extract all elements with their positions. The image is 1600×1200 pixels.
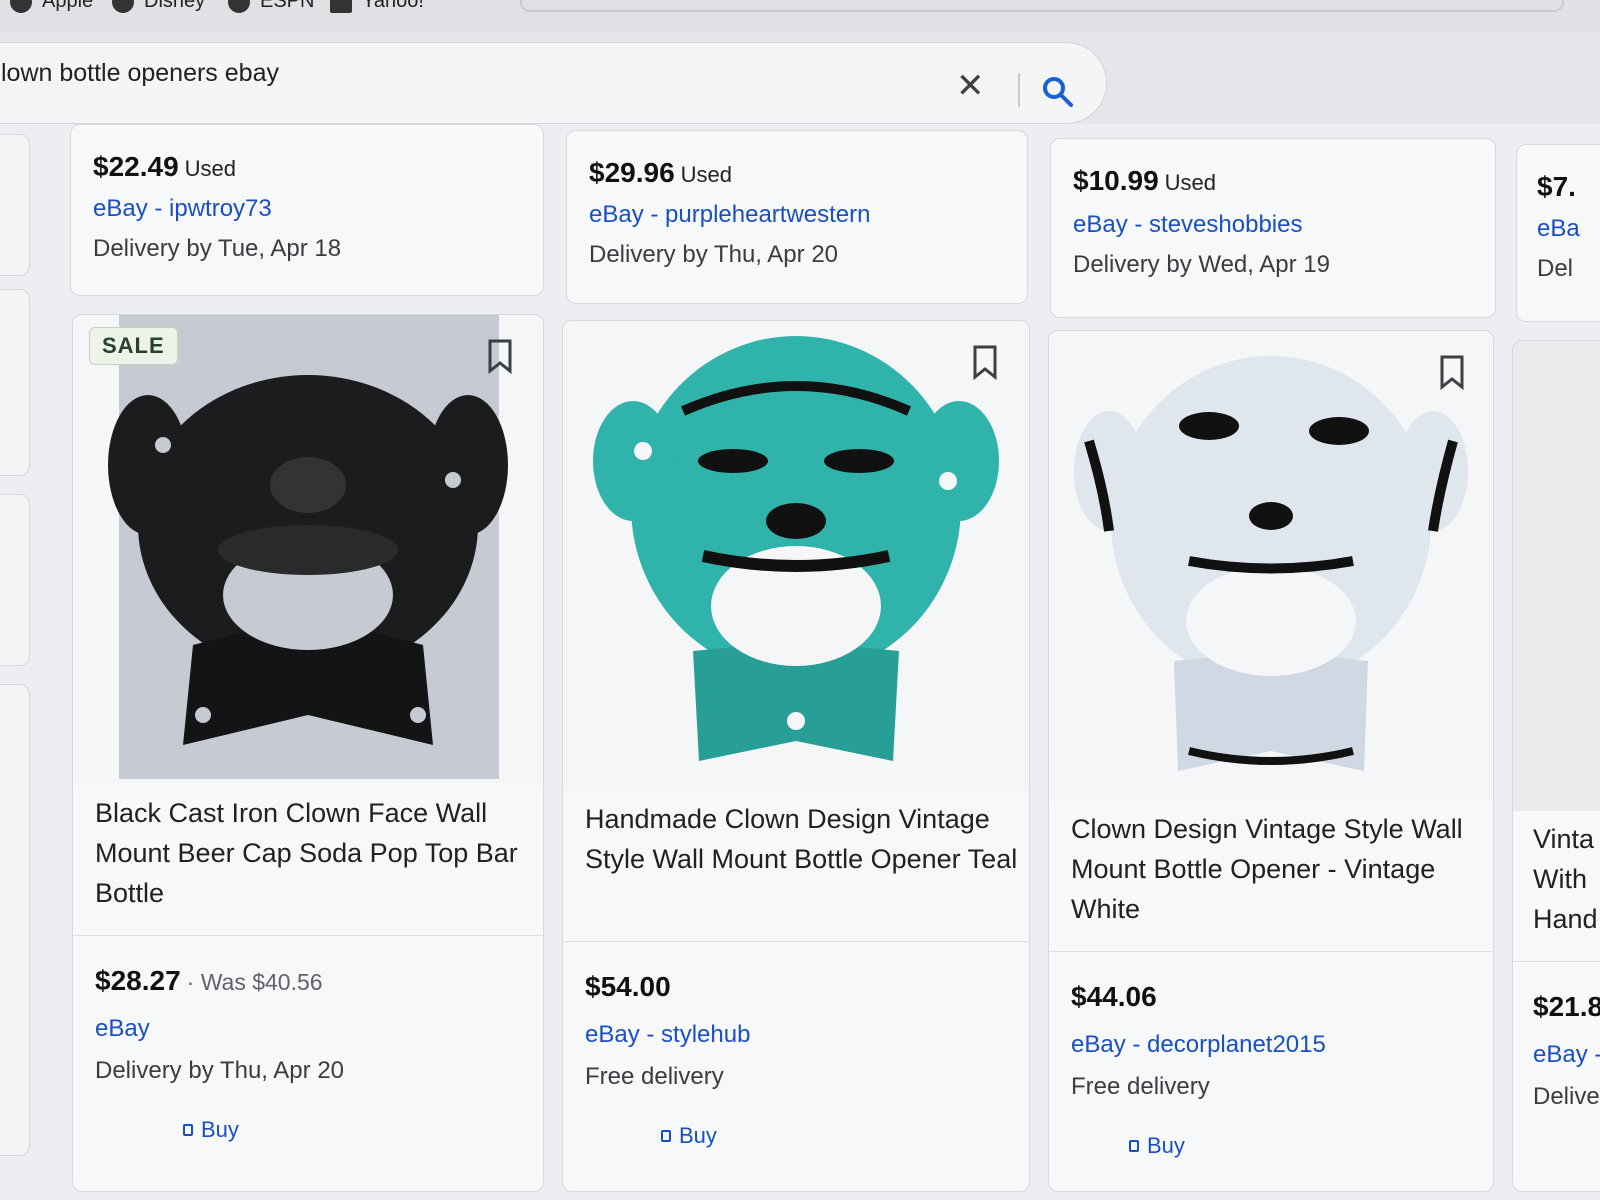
search-icon bbox=[1043, 77, 1073, 107]
product-image[interactable] bbox=[563, 321, 1029, 791]
card-divider bbox=[73, 935, 543, 936]
product-delivery: Delivery by Thu, Apr 20 bbox=[95, 1057, 345, 1084]
product-price: $54.00 bbox=[585, 971, 671, 1002]
product-image[interactable] bbox=[1513, 341, 1600, 811]
product-seller[interactable]: eBay - decorplanet2015 bbox=[1071, 1031, 1326, 1059]
bookmark-icon[interactable] bbox=[968, 343, 1002, 381]
product-delivery: Free delivery bbox=[585, 1063, 724, 1090]
product-title[interactable]: Clown Design Vintage Style Wall Mount Bo… bbox=[1071, 809, 1481, 929]
product-seller[interactable]: eBay bbox=[95, 1015, 150, 1043]
offer-price: $10.99 bbox=[1073, 165, 1159, 196]
bookmark-icon[interactable] bbox=[483, 337, 517, 375]
sale-badge: SALE bbox=[89, 327, 178, 365]
offer-delivery: Delivery by Wed, Apr 19 bbox=[1073, 251, 1331, 278]
product-card[interactable]: Vinta With Hand $21.8 eBay - Delive bbox=[1512, 340, 1600, 1192]
shopping-results: $22.49 Used eBay - ipwtroy73 Delivery by … bbox=[0, 124, 1600, 1200]
product-title[interactable]: Handmade Clown Design Vintage Style Wall… bbox=[585, 799, 1025, 879]
card-divider bbox=[1049, 951, 1493, 952]
globe-icon bbox=[112, 0, 134, 13]
offscreen-card bbox=[0, 289, 30, 476]
search-divider bbox=[1018, 73, 1020, 107]
product-delivery: Free delivery bbox=[1071, 1073, 1210, 1100]
product-seller[interactable]: eBay - stylehub bbox=[585, 1021, 750, 1049]
bookmark-apple[interactable]: Apple bbox=[10, 0, 93, 13]
clown-opener-image bbox=[593, 336, 999, 761]
was-price: · Was $40.56 bbox=[186, 969, 323, 995]
offer-card[interactable]: $10.99 Used eBay - steveshobbies Delivery… bbox=[1050, 138, 1496, 318]
product-price: $44.06 bbox=[1071, 981, 1157, 1012]
bookmark-espn[interactable]: ESPN bbox=[228, 0, 314, 13]
product-seller[interactable]: eBay - bbox=[1533, 1041, 1600, 1069]
bookmark-label: Disney bbox=[144, 0, 206, 12]
search-input[interactable]: lown bottle openers ebay bbox=[1, 59, 279, 88]
bookmark-icon[interactable] bbox=[1435, 353, 1469, 391]
offer-delivery: Del bbox=[1537, 255, 1574, 282]
bookmark-icon bbox=[330, 0, 352, 13]
buy-button[interactable]: Buy bbox=[183, 1117, 239, 1143]
offer-price: $7. bbox=[1537, 171, 1576, 202]
offer-seller[interactable]: eBa bbox=[1537, 215, 1580, 243]
bookmarks-bar: Apple Disney ESPN Yahoo! bbox=[0, 0, 1600, 32]
offer-condition: Used bbox=[184, 156, 236, 181]
clown-opener-image bbox=[1074, 356, 1468, 771]
clown-opener-image bbox=[108, 315, 508, 779]
bookmark-yahoo[interactable]: Yahoo! bbox=[330, 0, 424, 13]
globe-icon bbox=[228, 0, 250, 13]
offer-delivery: Delivery by Tue, Apr 18 bbox=[93, 235, 342, 262]
buy-label: Buy bbox=[679, 1123, 717, 1148]
lock-icon bbox=[183, 1124, 193, 1136]
card-divider bbox=[1513, 961, 1600, 962]
lock-icon bbox=[1129, 1140, 1139, 1152]
offer-delivery: Delivery by Thu, Apr 20 bbox=[589, 241, 839, 268]
clear-search-button[interactable]: ✕ bbox=[956, 69, 985, 103]
offer-seller[interactable]: eBay - steveshobbies bbox=[1073, 211, 1302, 239]
product-price: $21.8 bbox=[1533, 991, 1600, 1022]
product-card[interactable]: Clown Design Vintage Style Wall Mount Bo… bbox=[1048, 330, 1494, 1192]
buy-button[interactable]: Buy bbox=[1129, 1133, 1185, 1159]
offscreen-card bbox=[0, 684, 30, 1156]
offer-card[interactable]: $22.49 Used eBay - ipwtroy73 Delivery by … bbox=[70, 124, 544, 296]
offscreen-card bbox=[0, 134, 30, 276]
offer-price: $29.96 bbox=[589, 157, 675, 188]
offer-seller[interactable]: eBay - ipwtroy73 bbox=[93, 195, 272, 223]
product-price: $28.27 bbox=[95, 965, 181, 996]
product-delivery: Delive bbox=[1533, 1083, 1600, 1110]
apple-icon bbox=[10, 0, 32, 13]
bookmark-disney[interactable]: Disney bbox=[112, 0, 205, 13]
card-divider bbox=[563, 941, 1029, 942]
bookmarks-overflow-frame bbox=[520, 0, 1564, 12]
close-icon: ✕ bbox=[956, 67, 985, 105]
product-title[interactable]: Black Cast Iron Clown Face Wall Mount Be… bbox=[95, 793, 535, 913]
product-card[interactable]: SALE Black Cast Iron Clown Face Wall Mou… bbox=[72, 314, 544, 1192]
product-title[interactable]: Vinta With Hand bbox=[1533, 819, 1600, 939]
buy-label: Buy bbox=[201, 1117, 239, 1142]
product-image[interactable] bbox=[1049, 331, 1493, 801]
bookmark-label: ESPN bbox=[260, 0, 315, 12]
offer-card[interactable]: $29.96 Used eBay - purpleheartwestern Del… bbox=[566, 130, 1028, 304]
search-button[interactable] bbox=[1041, 75, 1075, 109]
buy-label: Buy bbox=[1147, 1133, 1185, 1158]
offer-condition: Used bbox=[1164, 170, 1216, 195]
offscreen-card bbox=[0, 494, 30, 666]
bookmark-label: Apple bbox=[42, 0, 94, 12]
lock-icon bbox=[661, 1130, 671, 1142]
product-image[interactable]: SALE bbox=[73, 315, 543, 785]
offer-card[interactable]: $7. eBa Del bbox=[1516, 144, 1600, 322]
search-bar[interactable]: lown bottle openers ebay ✕ bbox=[0, 42, 1107, 124]
offer-price: $22.49 bbox=[93, 151, 179, 182]
bookmark-label: Yahoo! bbox=[362, 0, 424, 12]
offer-seller[interactable]: eBay - purpleheartwestern bbox=[589, 201, 870, 229]
offer-condition: Used bbox=[680, 162, 732, 187]
product-card[interactable]: Handmade Clown Design Vintage Style Wall… bbox=[562, 320, 1030, 1192]
buy-button[interactable]: Buy bbox=[661, 1123, 717, 1149]
